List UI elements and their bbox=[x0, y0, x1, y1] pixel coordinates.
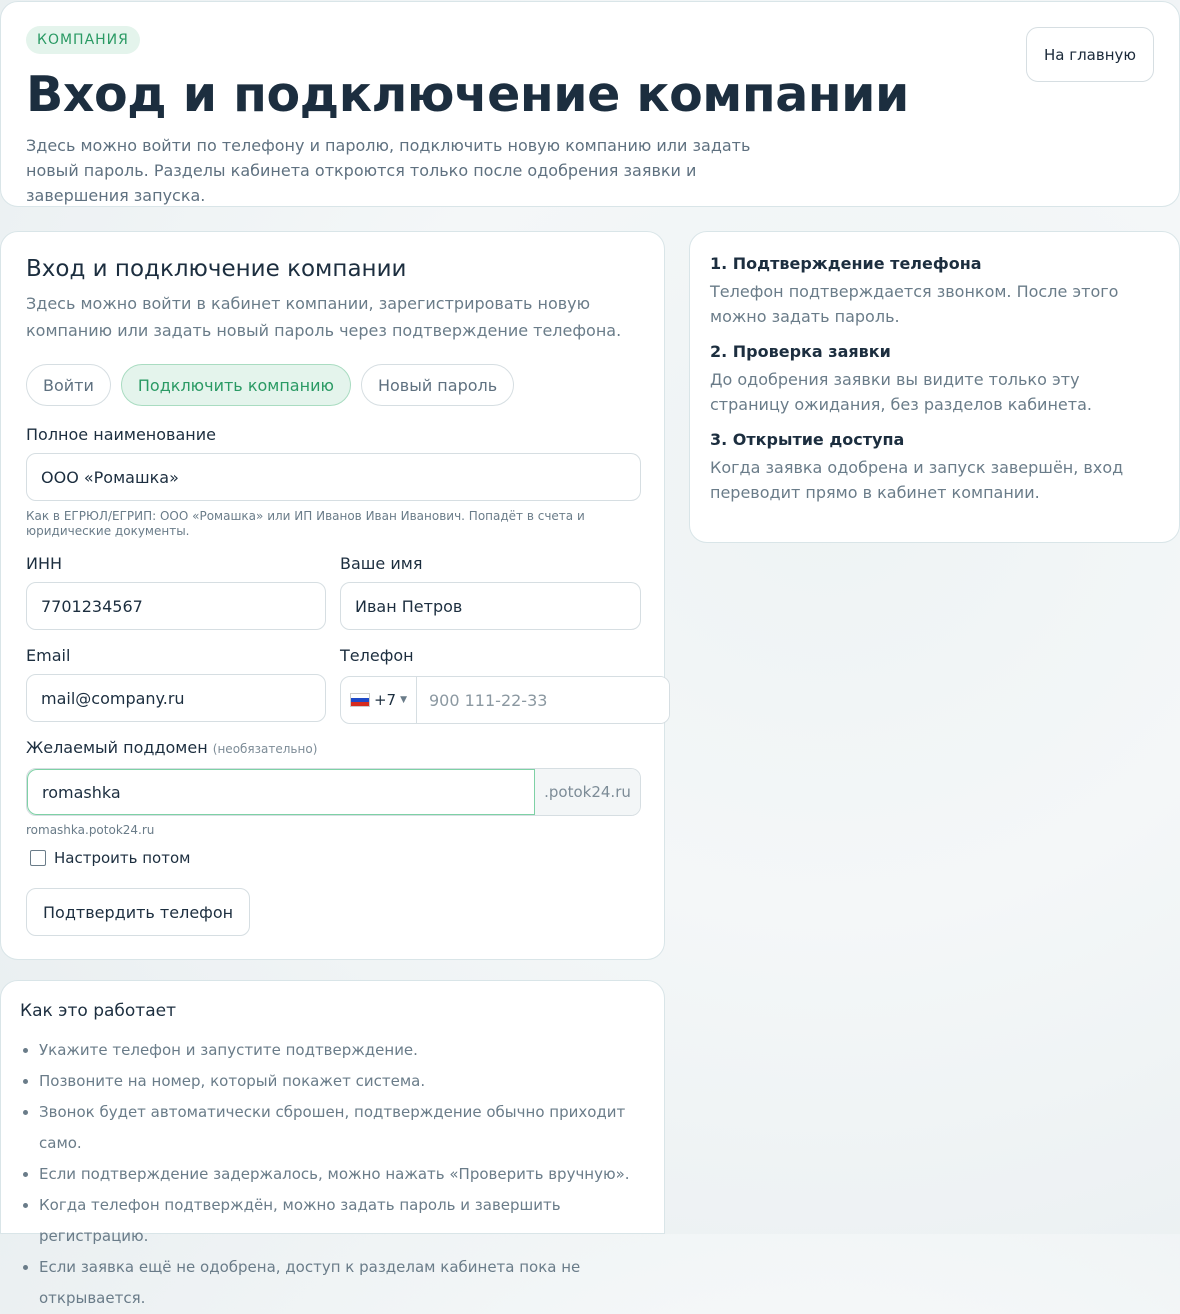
setup-later-row: Настроить потом bbox=[30, 849, 190, 867]
step-text: Телефон подтверждается звонком. После эт… bbox=[710, 282, 1119, 326]
russia-flag-icon bbox=[349, 693, 370, 707]
setup-later-label[interactable]: Настроить потом bbox=[54, 849, 190, 867]
subdomain-label: Желаемый поддомен (необязательно) bbox=[26, 738, 641, 757]
email-input[interactable] bbox=[26, 674, 326, 722]
list-item: Когда телефон подтверждён, можно задать … bbox=[39, 1190, 645, 1252]
subdomain-suffix: .potok24.ru bbox=[535, 769, 640, 815]
section-badge: КОМПАНИЯ bbox=[26, 26, 140, 54]
chevron-down-icon: ▼ bbox=[400, 695, 408, 705]
tab-login[interactable]: Войти bbox=[26, 364, 111, 406]
confirm-phone-button[interactable]: Подтвердить телефон bbox=[26, 888, 251, 936]
email-label: Email bbox=[26, 646, 71, 665]
step-item: 3. Открытие доступа Когда заявка одобрен… bbox=[710, 430, 1159, 505]
email-field: Email bbox=[26, 646, 326, 722]
how-it-works-card: Как это работает Укажите телефон и запус… bbox=[0, 980, 665, 1307]
subdomain-label-text: Желаемый поддомен bbox=[26, 738, 208, 757]
step-text: Когда заявка одобрена и запуск завершён,… bbox=[710, 458, 1124, 502]
subdomain-optional-note: (необязательно) bbox=[212, 742, 318, 756]
list-item: Если подтверждение задержалось, можно на… bbox=[39, 1159, 645, 1190]
inn-field: ИНН bbox=[26, 554, 326, 630]
setup-later-checkbox[interactable] bbox=[30, 850, 46, 866]
step-text: До одобрения заявки вы видите только эту… bbox=[710, 370, 1092, 414]
how-it-works-list: Укажите телефон и запустите подтверждени… bbox=[20, 1035, 645, 1314]
page-title: Вход и подключение компании bbox=[26, 66, 909, 123]
step-title: 2. Проверка заявки bbox=[710, 342, 891, 361]
phone-label: Телефон bbox=[340, 646, 414, 665]
list-item: Укажите телефон и запустите подтверждени… bbox=[39, 1035, 645, 1066]
list-item: Если заявка ещё не одобрена, доступ к ра… bbox=[39, 1252, 645, 1314]
country-code: +7 bbox=[373, 691, 397, 709]
tab-connect-company[interactable]: Подключить компанию bbox=[120, 364, 351, 406]
step-title: 1. Подтверждение телефона bbox=[710, 254, 982, 273]
home-button[interactable]: На главную bbox=[1026, 27, 1154, 82]
tab-new-password[interactable]: Новый пароль bbox=[360, 364, 515, 406]
subdomain-field: Желаемый поддомен (необязательно) bbox=[26, 738, 641, 757]
steps-card: 1. Подтверждение телефона Телефон подтве… bbox=[689, 231, 1180, 543]
full-name-hint: Как в ЕГРЮЛ/ЕГРИП: ООО «Ромашка» или ИП … bbox=[26, 509, 585, 538]
form-intro: Здесь можно войти в кабинет компании, за… bbox=[26, 294, 622, 340]
page-description: Здесь можно войти по телефону и паролю, … bbox=[26, 136, 751, 205]
subdomain-input[interactable] bbox=[27, 769, 535, 815]
inn-label: ИНН bbox=[26, 554, 63, 573]
your-name-input[interactable] bbox=[340, 582, 641, 630]
list-item: Звонок будет автоматически сброшен, подт… bbox=[39, 1097, 645, 1159]
full-name-field: Полное наименование Как в ЕГРЮЛ/ЕГРИП: О… bbox=[26, 425, 641, 539]
your-name-field: Ваше имя bbox=[340, 554, 641, 630]
how-it-works-title: Как это работает bbox=[20, 1001, 176, 1021]
country-code-select[interactable]: +7 ▼ bbox=[341, 677, 417, 723]
your-name-label: Ваше имя bbox=[340, 554, 423, 573]
subdomain-preview: romashka.potok24.ru bbox=[26, 823, 155, 837]
list-item: Позвоните на номер, который покажет сист… bbox=[39, 1066, 645, 1097]
full-name-input[interactable] bbox=[26, 453, 641, 501]
hero-card: КОМПАНИЯ Вход и подключение компании Зде… bbox=[0, 1, 1180, 207]
auth-tabs: Войти Подключить компанию Новый пароль bbox=[26, 364, 639, 406]
inn-input[interactable] bbox=[26, 582, 326, 630]
auth-form-card: Вход и подключение компании Здесь можно … bbox=[0, 231, 670, 960]
phone-input-group: +7 ▼ bbox=[340, 676, 670, 724]
step-item: 2. Проверка заявки До одобрения заявки в… bbox=[710, 342, 1159, 417]
full-name-label: Полное наименование bbox=[26, 425, 216, 444]
subdomain-input-group: .potok24.ru bbox=[26, 768, 641, 816]
phone-input[interactable] bbox=[417, 677, 669, 723]
step-item: 1. Подтверждение телефона Телефон подтве… bbox=[710, 254, 1159, 329]
phone-field: Телефон bbox=[340, 646, 640, 665]
form-title: Вход и подключение компании bbox=[26, 256, 407, 282]
step-title: 3. Открытие доступа bbox=[710, 430, 905, 449]
